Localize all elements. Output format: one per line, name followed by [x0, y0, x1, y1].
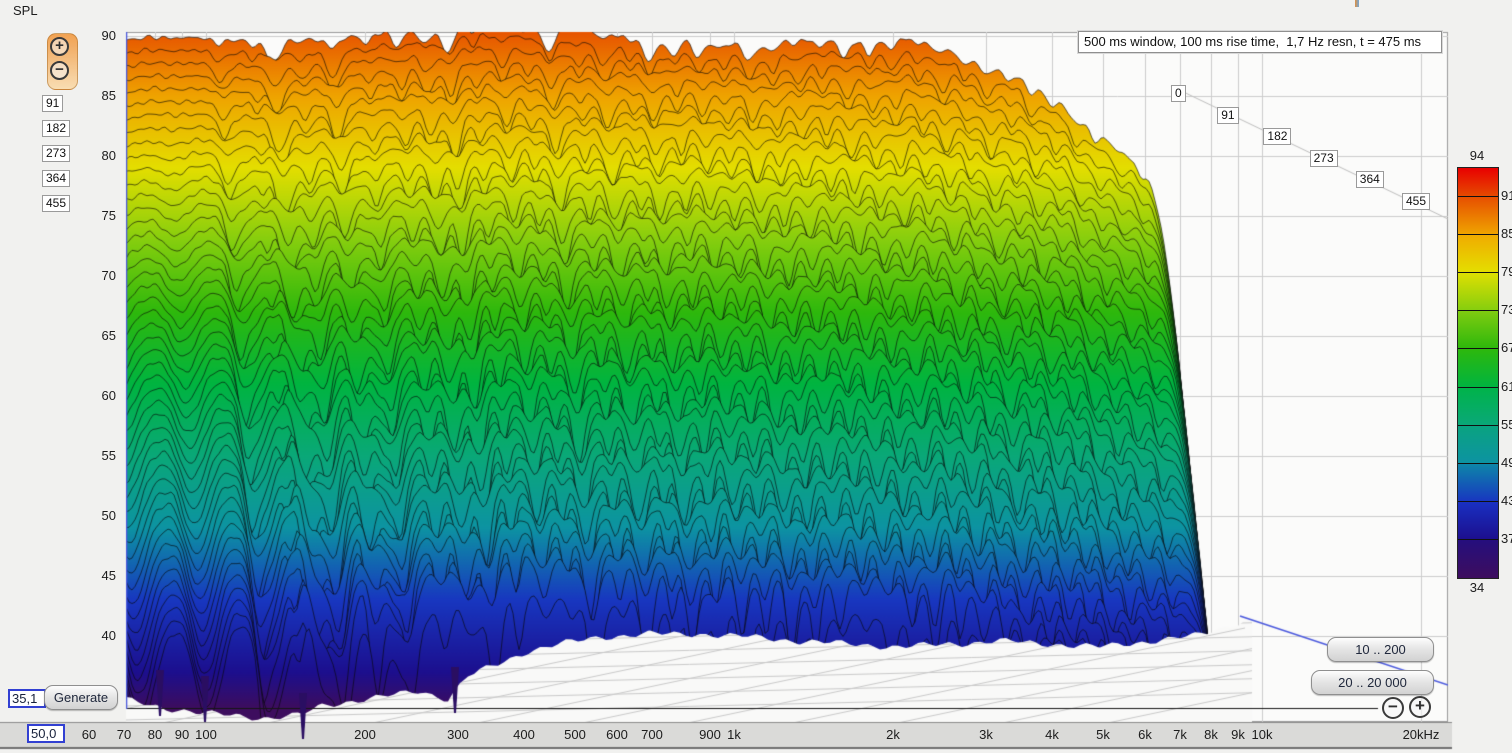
time-slice-label-right: 91 [1217, 107, 1238, 124]
colorbar-boundary-label: 37 [1501, 531, 1512, 546]
spl-tick-label: 70 [70, 268, 116, 283]
time-slice-label-left: 455 [42, 195, 70, 212]
colorbar-boundary-label: 67 [1501, 340, 1512, 355]
time-slice-label-right: 364 [1356, 171, 1384, 188]
freq-zoom-out-icon[interactable]: − [1382, 697, 1404, 719]
colorbar-segment [1458, 540, 1498, 578]
colorbar-boundary-label: 55 [1501, 417, 1512, 432]
colorbar-segment [1458, 235, 1498, 273]
freq-zoom-in-icon[interactable]: + [1409, 696, 1431, 718]
spl-axis-title: SPL [13, 3, 38, 18]
spl-tick-label: 80 [70, 148, 116, 163]
spl-tick-label: 40 [70, 628, 116, 643]
colorbar-boundary-label: 79 [1501, 264, 1512, 279]
colorbar-segment [1458, 311, 1498, 349]
colorbar-segment [1458, 168, 1498, 197]
colorbar-boundary-label: 73 [1501, 302, 1512, 317]
generate-button[interactable]: Generate [44, 685, 118, 710]
frequency-tick-label: 200 [333, 727, 397, 742]
colorbar-boundary-label: 85 [1501, 226, 1512, 241]
spl-tick-label: 60 [70, 388, 116, 403]
colorbar-segment [1458, 426, 1498, 464]
frequency-tick-label: 10k [1230, 727, 1294, 742]
frequency-tick-label: 20kHz [1389, 727, 1453, 742]
time-slice-label-right: 0 [1171, 85, 1186, 102]
frequency-min-field[interactable]: 50,0 [27, 724, 65, 743]
freq-range-10-200-button[interactable]: 10 .. 200 [1327, 637, 1434, 662]
spl-zoom-out-icon[interactable]: − [50, 61, 69, 80]
colorbar-boundary-label: 91 [1501, 188, 1512, 203]
waterfall-plot-canvas[interactable] [0, 0, 1512, 753]
time-slice-label-right: 455 [1402, 193, 1430, 210]
spl-floor-field[interactable]: 35,1 [8, 689, 46, 708]
colorbar-min-label: 34 [1457, 580, 1497, 595]
spl-tick-label: 50 [70, 508, 116, 523]
colorbar-segment [1458, 349, 1498, 388]
colorbar-segment [1458, 464, 1498, 502]
freq-range-20-20000-button[interactable]: 20 .. 20 000 [1311, 670, 1434, 695]
frequency-tick-label: 3k [954, 727, 1018, 742]
time-slice-label-left: 91 [42, 95, 63, 112]
colorbar-boundary-label: 49 [1501, 455, 1512, 470]
spl-tick-label: 85 [70, 88, 116, 103]
spl-tick-label: 55 [70, 448, 116, 463]
spl-tick-label: 65 [70, 328, 116, 343]
spl-zoom-in-icon[interactable]: + [50, 37, 69, 56]
colorbar [1457, 167, 1499, 579]
time-slice-label-left: 182 [42, 120, 70, 137]
frequency-tick-label: 300 [426, 727, 490, 742]
colorbar-boundary-label: 43 [1501, 493, 1512, 508]
time-slice-label-right: 182 [1263, 128, 1291, 145]
colorbar-segment [1458, 502, 1498, 540]
frequency-tick-label: 2k [861, 727, 925, 742]
frequency-tick-label: 1k [702, 727, 766, 742]
spl-tick-label: 75 [70, 208, 116, 223]
time-slice-label-left: 364 [42, 170, 70, 187]
time-slice-label-right: 273 [1310, 150, 1338, 167]
colorbar-max-label: 94 [1457, 148, 1497, 163]
colorbar-segment [1458, 388, 1498, 426]
colorbar-segment [1458, 197, 1498, 235]
spl-tick-label: 45 [70, 568, 116, 583]
cursor-artifact [1355, 0, 1359, 7]
frequency-tick-label: 100 [174, 727, 238, 742]
time-slice-label-left: 273 [42, 145, 70, 162]
colorbar-segment [1458, 273, 1498, 311]
measurement-info-box: 500 ms window, 100 ms rise time, 1,7 Hz … [1078, 31, 1442, 53]
arta-waterfall-window: SPL 500 ms window, 100 ms rise time, 1,7… [0, 0, 1512, 753]
colorbar-boundary-label: 61 [1501, 379, 1512, 394]
frequency-tick-label: 700 [620, 727, 684, 742]
